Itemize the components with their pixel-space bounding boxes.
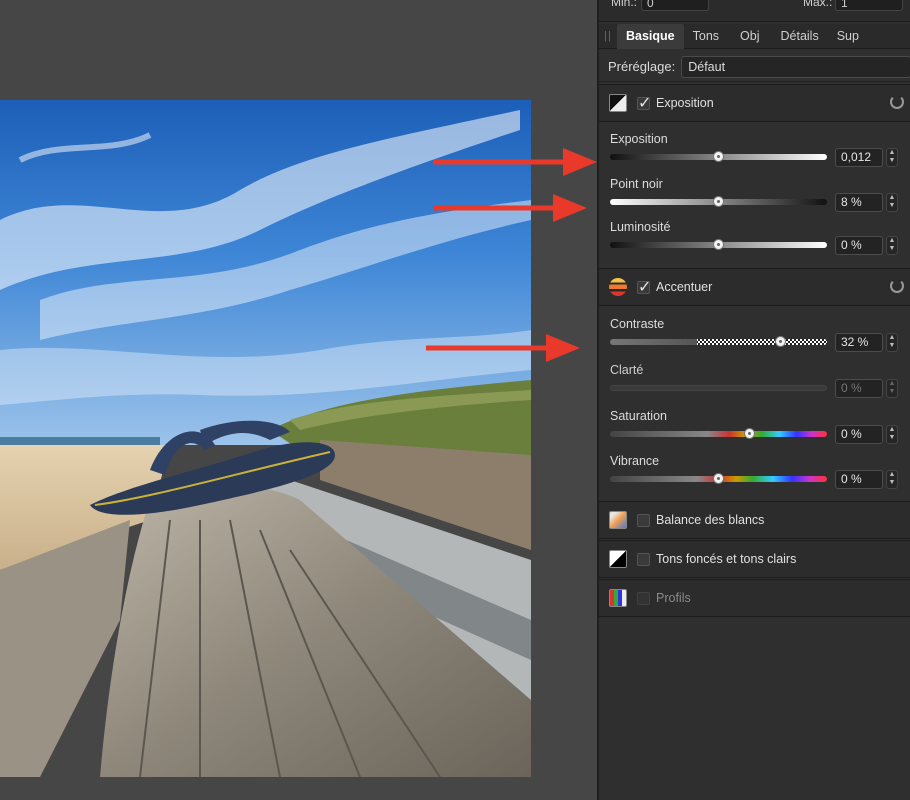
tab-tons[interactable]: Tons [684,24,728,49]
enhance-checkbox[interactable] [637,277,651,297]
slider-knob[interactable] [743,428,755,439]
section-exposure-header[interactable]: Exposition [599,84,910,122]
param-label: Exposition [610,132,668,146]
exposure-checkbox[interactable] [637,93,651,113]
develop-panel: Min.: 0 Max.: 1 || Basique Tons Obj Déta… [597,0,910,800]
value-field[interactable]: 32 % [835,333,883,352]
tab-basique[interactable]: Basique [617,23,684,49]
param-saturation: Saturation 0 % ▲ ▼ [599,409,910,453]
value-field[interactable]: 0 % [835,236,883,255]
stepper-icon[interactable]: ▲ ▼ [886,379,898,398]
min-field[interactable]: 0 [641,0,709,11]
slider-knob[interactable] [713,239,724,250]
max-field[interactable]: 1 [835,0,903,11]
stepper-icon[interactable]: ▲ ▼ [886,148,898,167]
param-clarity: Clarté 0 % ▲ ▼ [599,363,910,407]
section-title: Profils [656,591,691,605]
section-title: Accentuer [656,280,713,294]
preset-label: Préréglage: [608,59,676,74]
black-point-slider[interactable] [610,196,827,207]
param-exposure: Exposition 0,012 ▲ ▼ [599,132,910,176]
param-label: Luminosité [610,220,671,234]
value-field[interactable]: 8 % [835,193,883,212]
canvas-area [0,0,597,800]
section-shadows-highlights[interactable]: Tons foncés et tons clairs [599,540,910,578]
stepper-icon[interactable]: ▲ ▼ [886,236,898,255]
param-label: Saturation [610,409,667,423]
tab-bar: || Basique Tons Obj Détails Sup [599,23,910,49]
stepper-icon[interactable]: ▲ ▼ [886,470,898,489]
tab-sup[interactable]: Sup [828,24,868,49]
preset-row: Préréglage: Défaut [599,52,910,82]
param-black-point: Point noir 8 % ▲ ▼ [599,177,910,221]
shadows-highlights-checkbox[interactable] [637,552,650,566]
section-title: Exposition [656,96,714,110]
stepper-icon[interactable]: ▲ ▼ [886,333,898,352]
tab-details[interactable]: Détails [772,24,828,49]
min-label: Min.: [611,0,638,9]
slider-knob[interactable] [713,473,724,484]
value-field[interactable]: 0,012 [835,148,883,167]
drag-grip-icon[interactable]: || [599,30,617,42]
value-field[interactable]: 0 % [835,379,883,398]
preset-select[interactable]: Défaut [681,55,910,78]
value-field[interactable]: 0 % [835,470,883,489]
enhance-icon [609,278,627,296]
exposure-slider[interactable] [610,151,827,162]
saturation-slider[interactable] [610,428,827,439]
reset-icon[interactable] [890,279,904,293]
exposure-icon [609,94,627,112]
stepper-icon[interactable]: ▲ ▼ [886,425,898,444]
reset-icon[interactable] [890,95,904,109]
stepper-icon[interactable]: ▲ ▼ [886,193,898,212]
param-label: Vibrance [610,454,660,468]
param-vibrance: Vibrance 0 % ▲ ▼ [599,454,910,498]
param-label: Point noir [610,177,663,191]
section-profiles[interactable]: Profils [599,579,910,617]
section-enhance-header[interactable]: Accentuer [599,268,910,306]
param-label: Contraste [610,317,665,331]
tab-obj[interactable]: Obj [728,24,771,49]
white-balance-icon [609,511,627,529]
clarity-slider[interactable] [610,385,827,391]
range-bar: Min.: 0 Max.: 1 [599,0,910,22]
red-arrow-icon [433,194,587,222]
max-label: Max.: [803,0,833,9]
shadows-highlights-icon [609,550,627,568]
param-brightness: Luminosité 0 % ▲ ▼ [599,220,910,264]
white-balance-checkbox[interactable] [637,513,650,527]
param-contrast: Contraste 32 % ▲ ▼ [599,317,910,361]
vibrance-slider[interactable] [610,473,827,484]
section-white-balance[interactable]: Balance des blancs [599,501,910,539]
red-arrow-icon [426,334,580,362]
red-arrow-icon [433,148,597,176]
section-title: Balance des blancs [656,513,765,527]
param-label: Clarté [610,363,644,377]
contrast-slider[interactable] [610,336,827,347]
slider-knob[interactable] [774,336,786,347]
value-field[interactable]: 0 % [835,425,883,444]
profiles-checkbox[interactable] [637,591,650,605]
brightness-slider[interactable] [610,239,827,250]
app-window: Min.: 0 Max.: 1 || Basique Tons Obj Déta… [0,0,910,800]
slider-knob[interactable] [713,196,724,207]
slider-knob[interactable] [713,151,724,162]
profiles-icon [609,589,627,607]
section-title: Tons foncés et tons clairs [656,552,797,566]
